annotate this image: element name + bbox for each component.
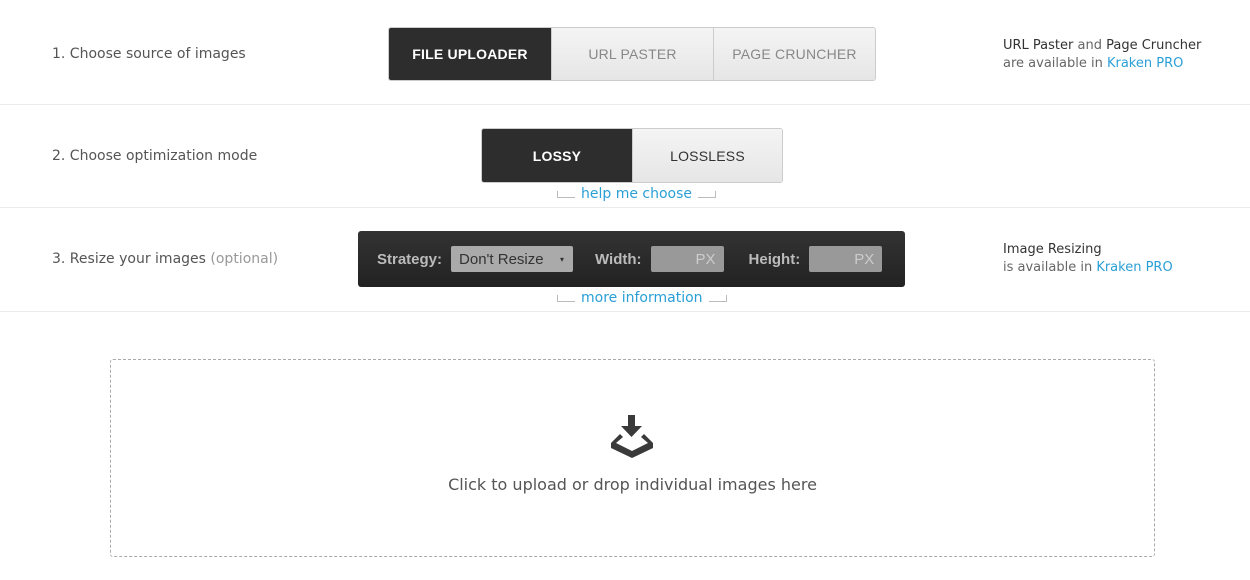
url-paster-tab[interactable]: URL PASTER: [551, 28, 713, 80]
height-label: Height:: [748, 250, 801, 268]
step-source-row: 1. Choose source of images FILE UPLOADER…: [0, 0, 1250, 105]
source-selector: FILE UPLOADER URL PASTER PAGE CRUNCHER: [388, 27, 876, 81]
step3-text: 3. Resize your images: [52, 251, 206, 267]
note-url-paster: URL Paster: [1003, 38, 1074, 53]
width-input[interactable]: PX: [650, 246, 724, 272]
lossy-tab[interactable]: LOSSY: [482, 129, 632, 182]
note-image-resizing: Image Resizing: [1003, 242, 1102, 257]
pro-note: URL Paster and Page Cruncher are availab…: [1003, 37, 1201, 73]
more-info-hint: more information: [557, 290, 727, 306]
step-mode-row: 2. Choose optimization mode LOSSY LOSSLE…: [0, 105, 1250, 208]
height-input[interactable]: PX: [809, 246, 883, 272]
upload-dropzone[interactable]: Click to upload or drop individual image…: [110, 359, 1155, 557]
step3-label: 3. Resize your images (optional): [52, 251, 278, 267]
strategy-select[interactable]: Don't Resize ▾: [451, 246, 574, 272]
strategy-label: Strategy:: [377, 250, 443, 268]
dropzone-text: Click to upload or drop individual image…: [448, 475, 817, 494]
note-and: and: [1073, 38, 1107, 53]
bracket-left: [557, 294, 575, 302]
caret-down-icon: ▾: [560, 254, 565, 264]
download-tray-icon: [611, 415, 653, 458]
width-label: Width:: [595, 250, 642, 268]
note-available: are available in: [1003, 56, 1107, 71]
resize-pro-note: Image Resizing is available in Kraken PR…: [1003, 241, 1173, 277]
bracket-right: [698, 190, 717, 198]
page-cruncher-tab[interactable]: PAGE CRUNCHER: [713, 28, 875, 80]
optional-tag: (optional): [210, 251, 279, 267]
kraken-pro-link-2[interactable]: Kraken PRO: [1096, 260, 1172, 275]
help-hint: help me choose: [557, 186, 717, 202]
kraken-pro-link[interactable]: Kraken PRO: [1107, 56, 1183, 71]
note-page-cruncher: Page Cruncher: [1106, 38, 1202, 53]
step1-label: 1. Choose source of images: [52, 46, 246, 62]
note-available: is available in: [1003, 260, 1097, 275]
mode-selector: LOSSY LOSSLESS: [481, 128, 783, 183]
help-me-choose-link[interactable]: help me choose: [581, 186, 692, 202]
file-uploader-tab[interactable]: FILE UPLOADER: [389, 28, 551, 80]
lossless-tab[interactable]: LOSSLESS: [632, 129, 782, 182]
strategy-value: Don't Resize: [459, 250, 544, 268]
resize-toolbar: Strategy: Don't Resize ▾ Width: PX Height…: [358, 231, 905, 287]
bracket-right: [708, 294, 727, 302]
more-information-link[interactable]: more information: [581, 290, 703, 306]
bracket-left: [557, 190, 575, 198]
step2-label: 2. Choose optimization mode: [52, 148, 258, 164]
